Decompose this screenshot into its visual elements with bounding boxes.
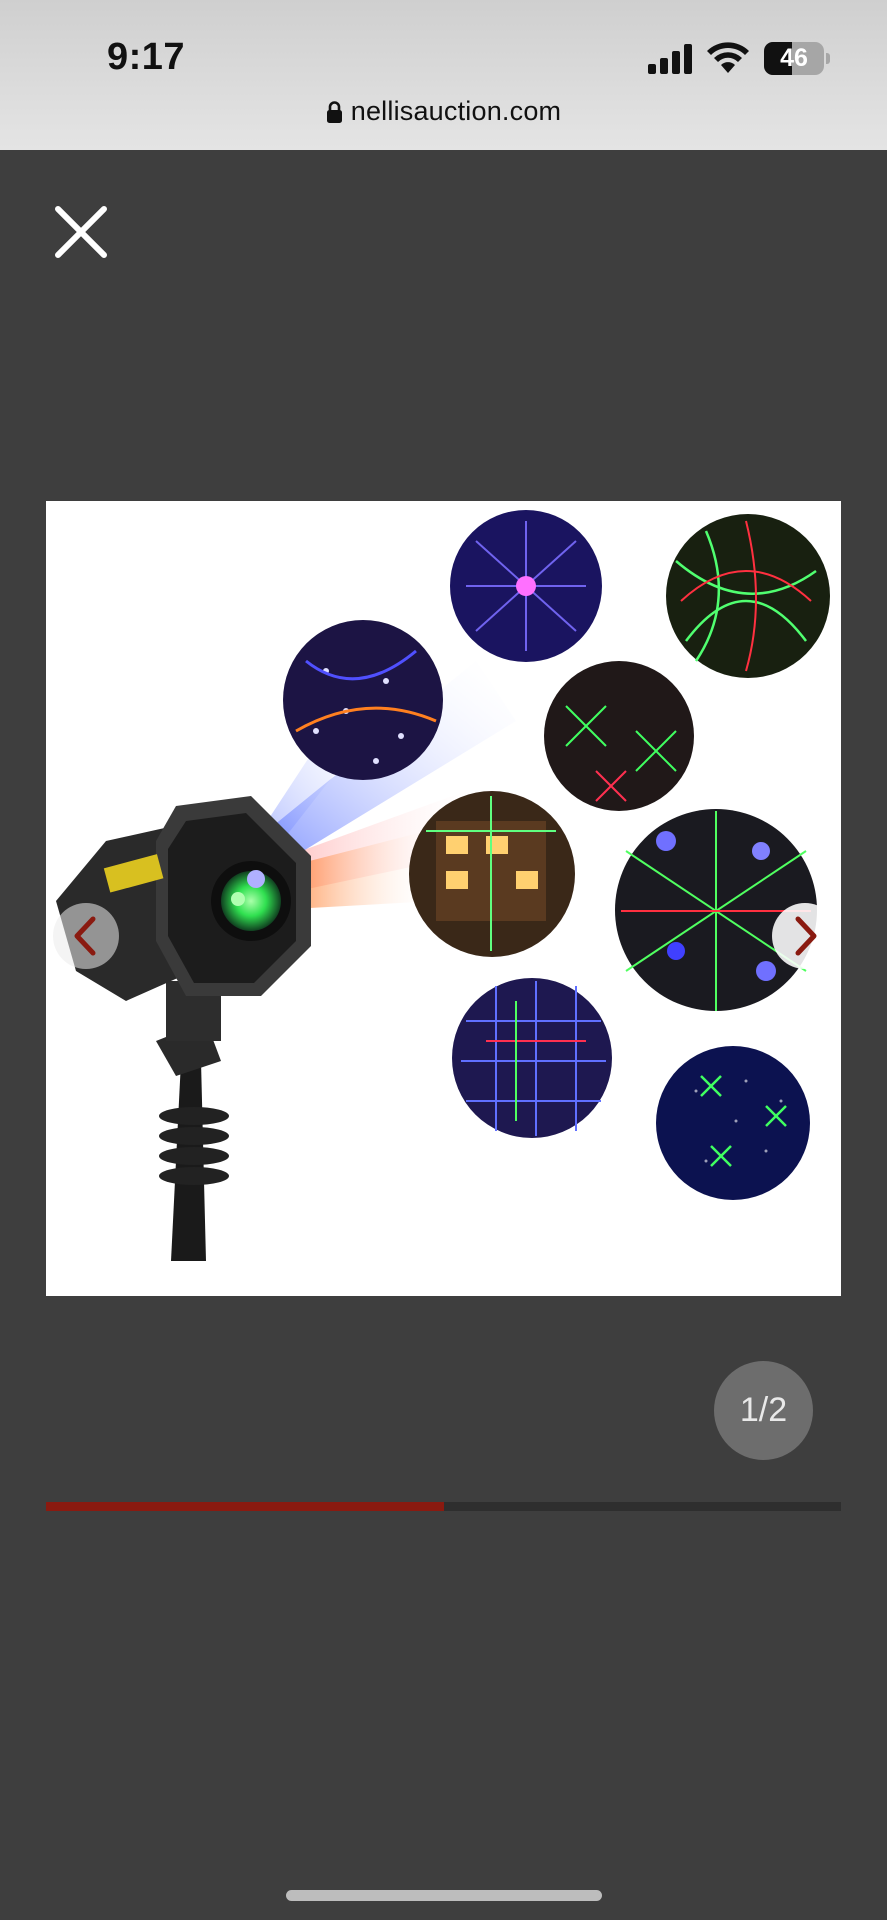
projector-body bbox=[56, 796, 311, 1261]
next-image-button[interactable] bbox=[772, 903, 838, 969]
close-icon bbox=[55, 206, 107, 258]
status-bar: 9:17 46 nellisauction.com bbox=[0, 0, 887, 150]
close-button[interactable] bbox=[52, 203, 110, 261]
lock-icon bbox=[326, 101, 342, 123]
page-counter: 1/2 bbox=[714, 1361, 813, 1460]
previous-image-button[interactable] bbox=[53, 903, 119, 969]
pattern-circle-7 bbox=[452, 978, 612, 1138]
pattern-circle-8 bbox=[656, 1046, 810, 1200]
chevron-left-icon bbox=[74, 916, 96, 956]
image-progress-bar bbox=[46, 1502, 841, 1511]
home-indicator[interactable] bbox=[286, 1890, 602, 1901]
pattern-circle-4 bbox=[544, 661, 694, 811]
pattern-circle-5 bbox=[409, 791, 575, 957]
address-bar[interactable]: nellisauction.com bbox=[0, 96, 887, 127]
pattern-circle-2 bbox=[666, 514, 830, 678]
chevron-right-icon bbox=[795, 916, 817, 956]
pattern-circle-1 bbox=[450, 510, 602, 662]
battery-icon: 46 bbox=[764, 42, 824, 75]
battery-cap bbox=[826, 53, 830, 64]
image-frame bbox=[46, 501, 841, 1296]
cellular-signal-icon bbox=[648, 44, 692, 74]
url-text: nellisauction.com bbox=[350, 96, 562, 126]
image-progress-fill bbox=[46, 1502, 444, 1511]
product-image-laser-projector bbox=[56, 510, 830, 1261]
status-time: 9:17 bbox=[107, 36, 186, 78]
wifi-icon bbox=[707, 42, 749, 73]
pattern-circle-3 bbox=[283, 620, 443, 780]
battery-level: 46 bbox=[780, 44, 808, 72]
